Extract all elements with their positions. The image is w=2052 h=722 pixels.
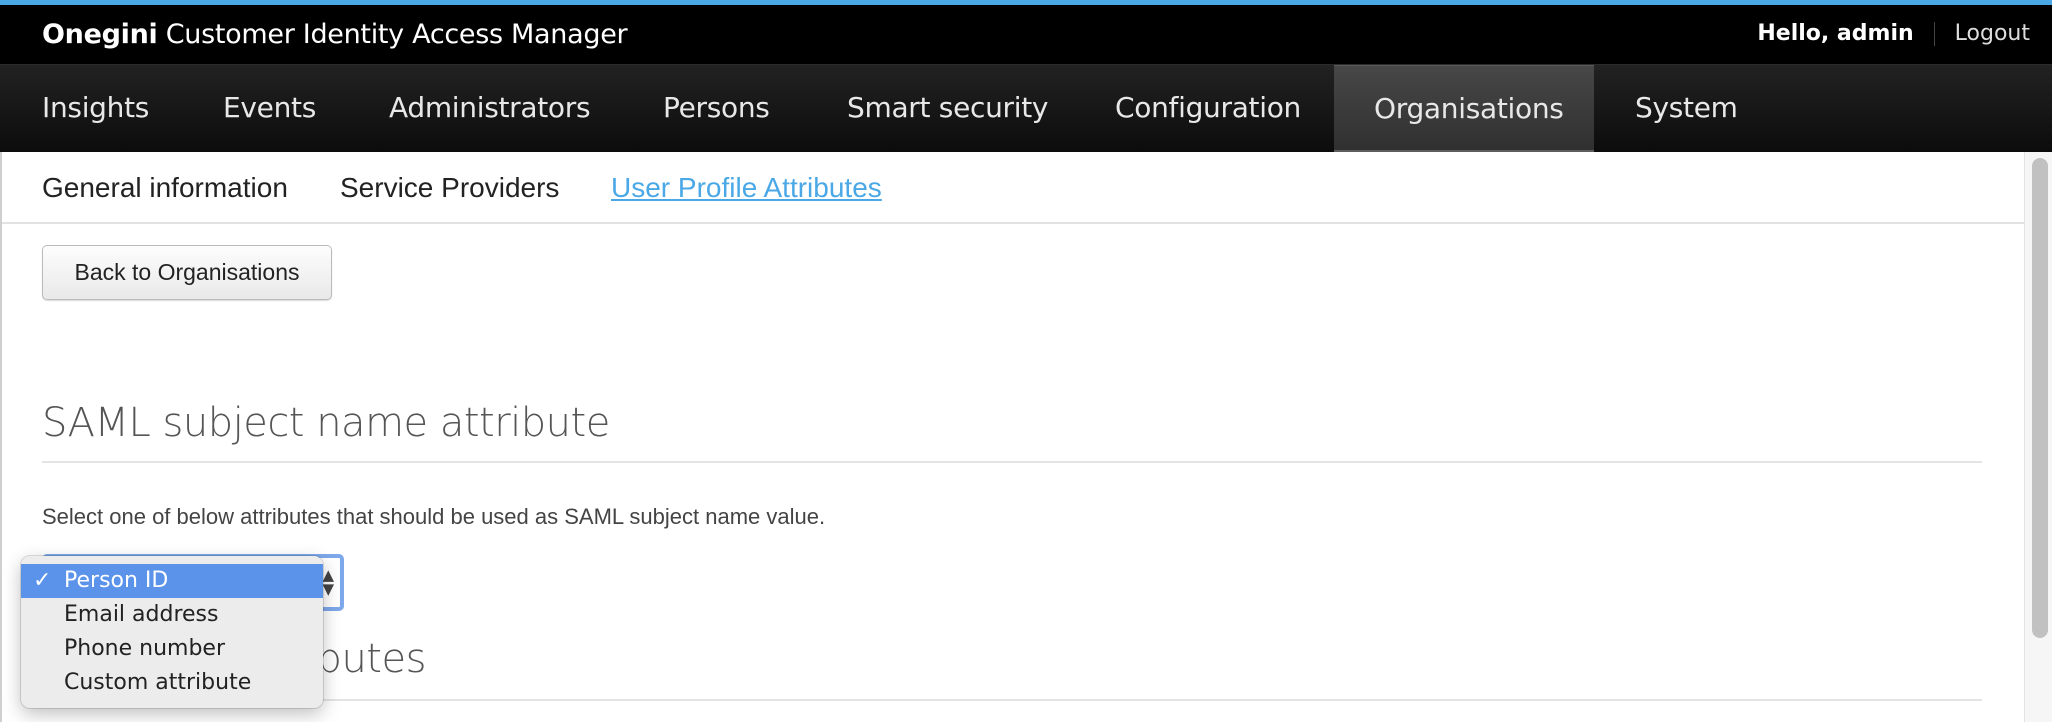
sub-nav: General information Service Providers Us… bbox=[2, 152, 2024, 224]
nav-item-configuration[interactable]: Configuration bbox=[1115, 65, 1301, 153]
saml-attribute-dropdown: ✓ Person ID Email address Phone number C… bbox=[21, 556, 323, 708]
option-label: Phone number bbox=[64, 636, 226, 661]
back-to-organisations-button[interactable]: Back to Organisations bbox=[42, 245, 332, 300]
saml-section-title: SAML subject name attribute bbox=[42, 400, 610, 446]
main-nav: Insights Events Administrators Persons S… bbox=[0, 64, 2052, 153]
nav-item-system[interactable]: System bbox=[1635, 65, 1738, 153]
nav-item-smart-security[interactable]: Smart security bbox=[847, 65, 1049, 153]
select-arrows-icon: ▲ ▼ bbox=[322, 566, 334, 598]
option-phone-number[interactable]: Phone number bbox=[21, 632, 323, 666]
vertical-scrollbar[interactable] bbox=[2024, 152, 2052, 722]
app-title: Onegini Customer Identity Access Manager bbox=[42, 19, 628, 50]
app-header: Onegini Customer Identity Access Manager… bbox=[0, 5, 2052, 64]
subnav-service-providers[interactable]: Service Providers bbox=[340, 172, 559, 204]
option-custom-attribute[interactable]: Custom attribute bbox=[21, 666, 323, 700]
nav-item-persons[interactable]: Persons bbox=[663, 65, 770, 153]
option-label: Person ID bbox=[64, 568, 169, 593]
user-greeting: Hello, admin bbox=[1757, 21, 1914, 46]
saml-description: Select one of below attributes that shou… bbox=[42, 504, 826, 529]
app-name: Customer Identity Access Manager bbox=[165, 19, 628, 50]
nav-item-events[interactable]: Events bbox=[223, 65, 316, 153]
section-divider-2 bbox=[42, 699, 1982, 701]
nav-item-organisations[interactable]: Organisations bbox=[1334, 65, 1594, 153]
user-menu: Hello, admin Logout bbox=[1757, 21, 2030, 46]
option-label: Custom attribute bbox=[64, 670, 252, 695]
subnav-general-information[interactable]: General information bbox=[42, 172, 288, 204]
option-email-address[interactable]: Email address bbox=[21, 598, 323, 632]
nav-item-insights[interactable]: Insights bbox=[42, 65, 149, 153]
subnav-user-profile-attributes[interactable]: User Profile Attributes bbox=[611, 172, 882, 204]
checkmark-icon: ✓ bbox=[33, 568, 52, 593]
scrollbar-thumb[interactable] bbox=[2032, 158, 2048, 638]
brand-name: Onegini bbox=[42, 19, 158, 50]
logout-link[interactable]: Logout bbox=[1935, 21, 2030, 46]
option-person-id[interactable]: ✓ Person ID bbox=[21, 564, 323, 598]
section-divider bbox=[42, 461, 1982, 463]
option-label: Email address bbox=[64, 602, 219, 627]
nav-item-administrators[interactable]: Administrators bbox=[389, 65, 591, 153]
